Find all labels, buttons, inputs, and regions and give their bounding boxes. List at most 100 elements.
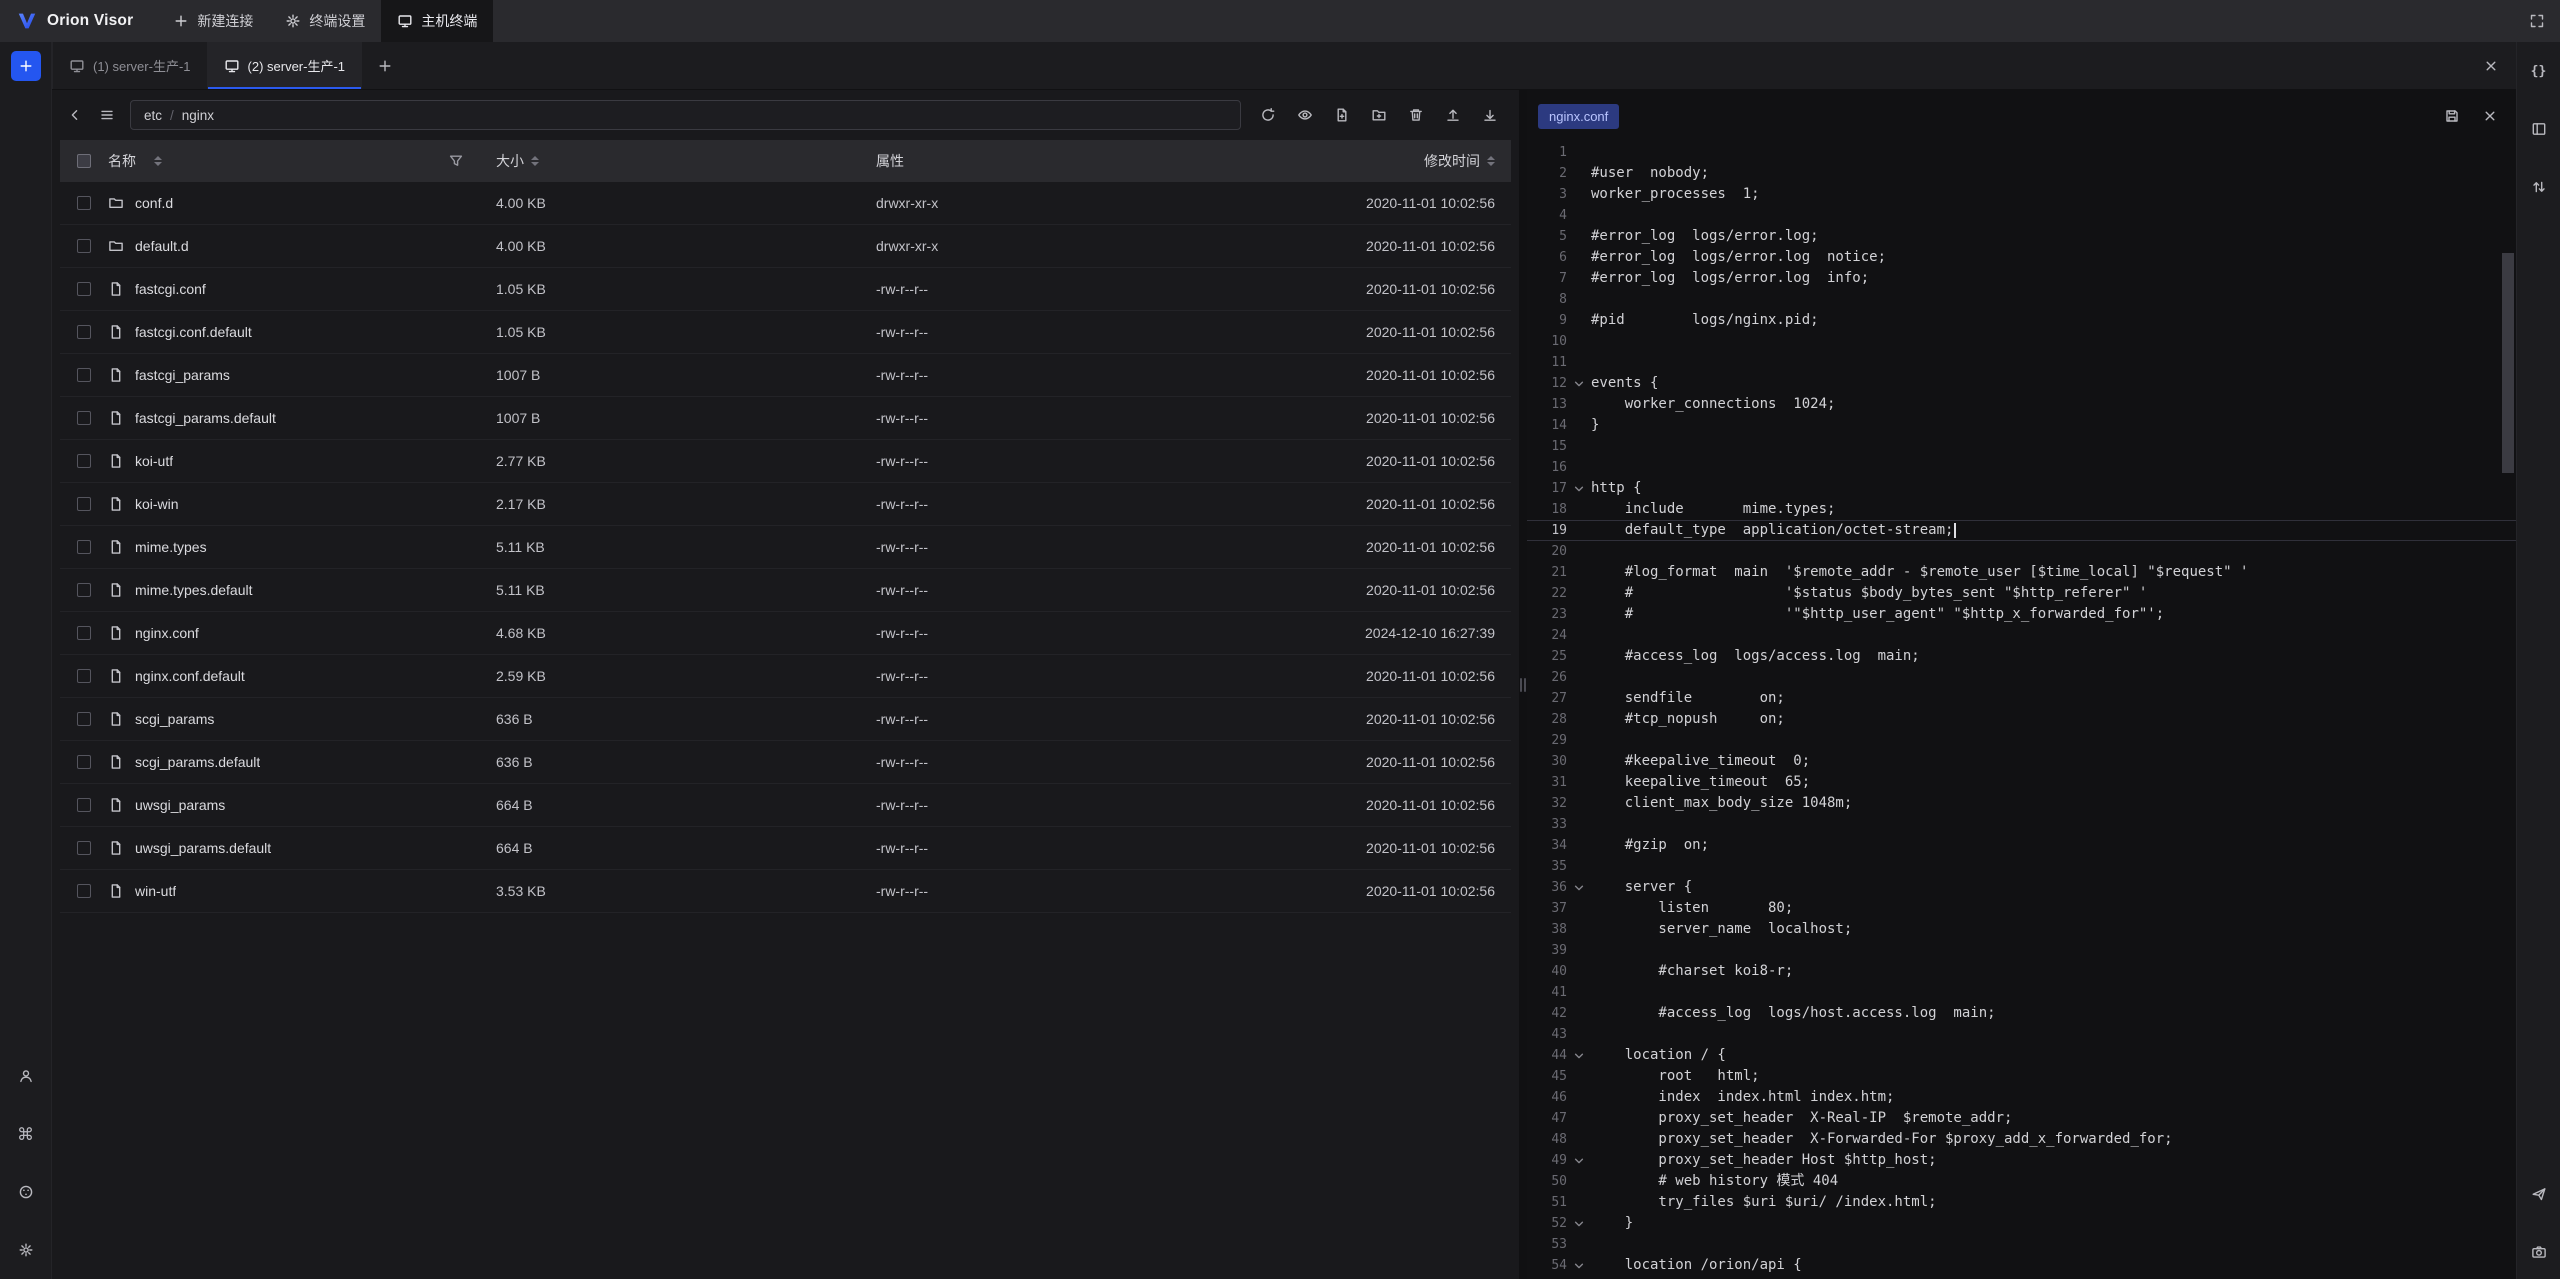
panel-splitter[interactable]: [1519, 90, 1527, 1279]
filter-icon[interactable]: [448, 153, 464, 169]
code-line[interactable]: 37 listen 80;: [1527, 898, 2516, 919]
code-line[interactable]: 21 #log_format main '$remote_addr - $rem…: [1527, 562, 2516, 583]
row-checkbox[interactable]: [77, 669, 91, 683]
file-row[interactable]: mime.types.default5.11 KB-rw-r--r--2020-…: [60, 569, 1511, 612]
code-line[interactable]: 36 server {: [1527, 877, 2516, 898]
new-file-button[interactable]: [1327, 100, 1357, 130]
row-checkbox[interactable]: [77, 884, 91, 898]
file-row[interactable]: mime.types5.11 KB-rw-r--r--2020-11-01 10…: [60, 526, 1511, 569]
code-line[interactable]: 41: [1527, 982, 2516, 1003]
code-line[interactable]: 16: [1527, 457, 2516, 478]
code-line[interactable]: 15: [1527, 436, 2516, 457]
code-line[interactable]: 38 server_name localhost;: [1527, 919, 2516, 940]
file-row[interactable]: uwsgi_params.default664 B-rw-r--r--2020-…: [60, 827, 1511, 870]
add-tab-button[interactable]: [370, 51, 400, 81]
editor-file-badge[interactable]: nginx.conf: [1538, 104, 1619, 129]
code-line[interactable]: 51 try_files $uri $uri/ /index.html;: [1527, 1192, 2516, 1213]
sort-mtime-icon[interactable]: [1487, 156, 1495, 166]
code-line[interactable]: 11: [1527, 352, 2516, 373]
code-line[interactable]: 4: [1527, 205, 2516, 226]
file-row[interactable]: uwsgi_params664 B-rw-r--r--2020-11-01 10…: [60, 784, 1511, 827]
code-line[interactable]: 22 # '$status $body_bytes_sent "$http_re…: [1527, 583, 2516, 604]
select-all-checkbox[interactable]: [77, 154, 91, 168]
code-line[interactable]: 30 #keepalive_timeout 0;: [1527, 751, 2516, 772]
code-line[interactable]: 10: [1527, 331, 2516, 352]
code-line[interactable]: 47 proxy_set_header X-Real-IP $remote_ad…: [1527, 1108, 2516, 1129]
breadcrumb[interactable]: etc/nginx: [130, 100, 1241, 130]
code-line[interactable]: 6#error_log logs/error.log notice;: [1527, 247, 2516, 268]
row-checkbox[interactable]: [77, 798, 91, 812]
list-view-button[interactable]: [92, 100, 122, 130]
row-checkbox[interactable]: [77, 841, 91, 855]
command-button[interactable]: ⌘: [11, 1119, 41, 1149]
fold-chevron-icon[interactable]: [1567, 481, 1591, 497]
code-line[interactable]: 8: [1527, 289, 2516, 310]
code-line[interactable]: 28 #tcp_nopush on;: [1527, 709, 2516, 730]
row-checkbox[interactable]: [77, 755, 91, 769]
row-checkbox[interactable]: [77, 540, 91, 554]
code-line[interactable]: 19 default_type application/octet-stream…: [1527, 520, 2516, 541]
camera-button[interactable]: [2524, 1237, 2554, 1267]
panel-layout-button[interactable]: [2524, 114, 2554, 144]
code-editor[interactable]: 12#user nobody;3worker_processes 1;45#er…: [1527, 142, 2516, 1279]
file-row[interactable]: fastcgi.conf.default1.05 KB-rw-r--r--202…: [60, 311, 1511, 354]
code-line[interactable]: 44 location / {: [1527, 1045, 2516, 1066]
path-segment-nginx[interactable]: nginx: [182, 108, 214, 123]
refresh-button[interactable]: [1253, 100, 1283, 130]
row-checkbox[interactable]: [77, 583, 91, 597]
tab-session-1[interactable]: (1) server-生产-1: [52, 42, 208, 89]
code-line[interactable]: 42 #access_log logs/host.access.log main…: [1527, 1003, 2516, 1024]
upload-button[interactable]: [1438, 100, 1468, 130]
file-row[interactable]: fastcgi_params.default1007 B-rw-r--r--20…: [60, 397, 1511, 440]
code-line[interactable]: 24: [1527, 625, 2516, 646]
menu-item-new-connection[interactable]: 新建连接: [157, 0, 269, 42]
code-line[interactable]: 1: [1527, 142, 2516, 163]
tab-session-2[interactable]: (2) server-生产-1: [208, 42, 363, 89]
file-row[interactable]: fastcgi_params1007 B-rw-r--r--2020-11-01…: [60, 354, 1511, 397]
row-checkbox[interactable]: [77, 325, 91, 339]
send-button[interactable]: [2524, 1179, 2554, 1209]
row-checkbox[interactable]: [77, 368, 91, 382]
file-row[interactable]: scgi_params636 B-rw-r--r--2020-11-01 10:…: [60, 698, 1511, 741]
settings-button[interactable]: [11, 1235, 41, 1265]
code-line[interactable]: 25 #access_log logs/access.log main;: [1527, 646, 2516, 667]
code-line[interactable]: 32 client_max_body_size 1048m;: [1527, 793, 2516, 814]
fold-chevron-icon[interactable]: [1567, 1216, 1591, 1232]
file-row[interactable]: scgi_params.default636 B-rw-r--r--2020-1…: [60, 741, 1511, 784]
code-line[interactable]: 3worker_processes 1;: [1527, 184, 2516, 205]
row-checkbox[interactable]: [77, 712, 91, 726]
code-line[interactable]: 13 worker_connections 1024;: [1527, 394, 2516, 415]
close-panel-button[interactable]: [2476, 51, 2506, 81]
code-line[interactable]: 31 keepalive_timeout 65;: [1527, 772, 2516, 793]
sort-name-icon[interactable]: [154, 156, 162, 166]
editor-scrollbar-thumb[interactable]: [2502, 253, 2514, 473]
new-connection-quick-button[interactable]: [11, 51, 41, 81]
user-button[interactable]: [11, 1061, 41, 1091]
code-line[interactable]: 35: [1527, 856, 2516, 877]
file-row[interactable]: koi-utf2.77 KB-rw-r--r--2020-11-01 10:02…: [60, 440, 1511, 483]
file-row[interactable]: koi-win2.17 KB-rw-r--r--2020-11-01 10:02…: [60, 483, 1511, 526]
fold-chevron-icon[interactable]: [1567, 1048, 1591, 1064]
code-line[interactable]: 26: [1527, 667, 2516, 688]
code-line[interactable]: 12events {: [1527, 373, 2516, 394]
code-line[interactable]: 52 }: [1527, 1213, 2516, 1234]
row-checkbox[interactable]: [77, 454, 91, 468]
fold-chevron-icon[interactable]: [1567, 880, 1591, 896]
code-line[interactable]: 48 proxy_set_header X-Forwarded-For $pro…: [1527, 1129, 2516, 1150]
code-line[interactable]: 23 # '"$http_user_agent" "$http_x_forwar…: [1527, 604, 2516, 625]
fold-chevron-icon[interactable]: [1567, 1258, 1591, 1274]
file-row[interactable]: default.d4.00 KBdrwxr-xr-x2020-11-01 10:…: [60, 225, 1511, 268]
code-line[interactable]: 49 proxy_set_header Host $http_host;: [1527, 1150, 2516, 1171]
code-line[interactable]: 29: [1527, 730, 2516, 751]
code-line[interactable]: 45 root html;: [1527, 1066, 2516, 1087]
row-checkbox[interactable]: [77, 411, 91, 425]
trash-button[interactable]: [1401, 100, 1431, 130]
file-row[interactable]: fastcgi.conf1.05 KB-rw-r--r--2020-11-01 …: [60, 268, 1511, 311]
sort-size-icon[interactable]: [531, 156, 539, 166]
code-line[interactable]: 20: [1527, 541, 2516, 562]
code-line[interactable]: 9#pid logs/nginx.pid;: [1527, 310, 2516, 331]
code-line[interactable]: 43: [1527, 1024, 2516, 1045]
row-checkbox[interactable]: [77, 196, 91, 210]
code-line[interactable]: 7#error_log logs/error.log info;: [1527, 268, 2516, 289]
file-row[interactable]: nginx.conf.default2.59 KB-rw-r--r--2020-…: [60, 655, 1511, 698]
